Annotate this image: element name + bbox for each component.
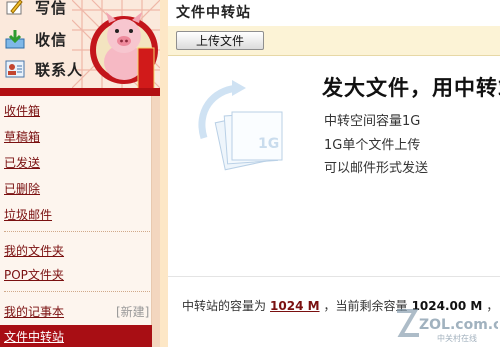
watermark-brand: ZOL.com.cn — [419, 317, 498, 333]
sidebar-edge — [152, 96, 160, 347]
illustration-badge: 1G — [258, 136, 279, 152]
folder-inbox[interactable]: 收件箱 — [4, 102, 40, 119]
folder-spam[interactable]: 垃圾邮件 — [4, 206, 52, 223]
folder-notes[interactable]: 我的记事本 — [4, 303, 64, 320]
contacts-icon — [4, 58, 26, 80]
sidebar-divider-bar — [0, 88, 160, 96]
folder-file-transfer[interactable]: 文件中转站 — [4, 328, 64, 345]
new-note-link[interactable]: [新建] — [116, 303, 149, 320]
feature-mail-send: 可以邮件形式发送 — [324, 161, 429, 176]
contacts-label: 联系人 — [35, 60, 84, 79]
toolbar: 上传文件 — [168, 26, 500, 56]
receive-mail-button[interactable]: 收信 — [4, 27, 67, 51]
receive-mail-label: 收信 — [35, 30, 68, 49]
folder-separator — [4, 291, 150, 292]
folder-sent[interactable]: 已发送 — [4, 154, 40, 171]
folder-deleted[interactable]: 已删除 — [4, 180, 40, 197]
folder-drafts[interactable]: 草稿箱 — [4, 128, 40, 145]
capacity-prefix: 中转站的容量为 — [182, 299, 267, 313]
folder-separator — [4, 231, 150, 232]
folder-file-transfer-row[interactable]: 文件中转站 — [0, 325, 152, 347]
write-icon — [4, 0, 26, 18]
folder-my-folders[interactable]: 我的文件夹 — [4, 242, 64, 259]
folder-pop[interactable]: POP文件夹 — [4, 266, 64, 283]
write-mail-button[interactable]: 写信 — [4, 0, 67, 19]
sidebar: 写信 收信 联系人 收件箱 草稿箱 已发送 已删除 垃圾邮件 我的文件夹 POP… — [0, 0, 160, 347]
write-mail-label: 写信 — [35, 0, 68, 17]
pig-mascot-icon — [90, 12, 158, 91]
watermark-sub: 中关村在线 — [437, 333, 477, 343]
receive-icon — [4, 28, 26, 50]
file-stack-icon: 1G — [198, 80, 283, 171]
content-divider — [168, 276, 500, 277]
folder-list: 收件箱 草稿箱 已发送 已删除 垃圾邮件 我的文件夹 POP文件夹 我的记事本 … — [0, 96, 152, 347]
promo-headline: 发大文件，用中转站 — [322, 76, 500, 100]
upload-file-button[interactable]: 上传文件 — [176, 31, 264, 50]
feature-capacity: 中转空间容量1G — [324, 114, 421, 129]
feature-single-upload: 1G单个文件上传 — [324, 138, 421, 153]
page-title: 文件中转站 — [176, 5, 251, 21]
capacity-total-link[interactable]: 1024 M — [270, 299, 320, 313]
main-panel: 文件中转站 上传文件 1G 发大文件，用中转站 中转空间容量1G 1G单个文件上… — [160, 0, 500, 347]
zol-watermark-logo: ZOL.com.cn 中关村在线 — [397, 309, 498, 343]
contacts-button[interactable]: 联系人 — [4, 57, 83, 81]
